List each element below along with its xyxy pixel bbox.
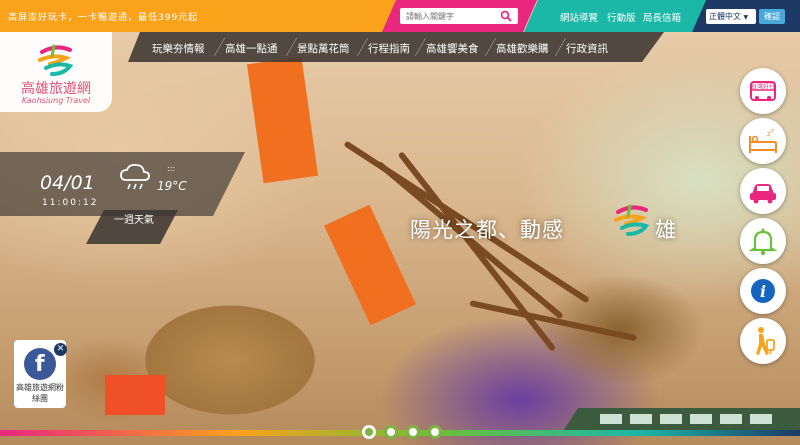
- transport-button[interactable]: [740, 168, 786, 214]
- train-window: [660, 414, 682, 424]
- bell-icon: [748, 228, 778, 256]
- decor-flag: [324, 204, 416, 326]
- weather-time: 11:00:12: [42, 198, 99, 208]
- nav-item-itinerary[interactable]: 行程指南: [368, 41, 410, 56]
- facebook-icon-letter: f: [35, 352, 45, 377]
- nav-item-fun-info[interactable]: 玩樂夯情報: [152, 41, 205, 56]
- info-icon-label: i: [760, 282, 766, 301]
- nav-divider: [485, 38, 496, 56]
- train-window: [720, 414, 742, 424]
- alert-button[interactable]: [740, 218, 786, 264]
- nav-item-administration[interactable]: 行政資訊: [566, 41, 608, 56]
- weather-temperature: 19°C: [157, 179, 187, 193]
- search-icon[interactable]: [500, 10, 512, 22]
- sitemap-link[interactable]: 網站導覽: [560, 10, 598, 24]
- top-bar: 高屏澎好玩卡，一卡暢遊通，最低399元起 網站導覽 行動版 局長信箱 正體中文 …: [0, 0, 800, 32]
- nav-item-attractions[interactable]: 景點萬花筒: [297, 41, 350, 56]
- facebook-label: 高雄旅遊網粉絲團: [16, 383, 64, 403]
- car-icon: [750, 184, 776, 204]
- site-logo[interactable]: 高雄旅遊網 Kaohsiung Travel: [0, 32, 112, 112]
- carousel-dot[interactable]: [406, 425, 420, 439]
- svg-text:z: z: [771, 128, 774, 134]
- nav-divider: [357, 38, 368, 56]
- search-box: [400, 8, 518, 24]
- main-nav: 玩樂夯情報 高雄一點通 景點萬花筒 行程指南 高雄饗美食 高雄歡樂購 行政資訊: [128, 32, 664, 62]
- hero-slogan-end: 雄: [655, 218, 676, 242]
- search-input[interactable]: [406, 10, 496, 22]
- chevron-down-icon: ▼: [743, 14, 749, 21]
- taiwan-tourism-button[interactable]: 台灣好行: [740, 68, 786, 114]
- train-window: [600, 414, 622, 424]
- top-bar-announcement: 高屏澎好玩卡，一卡暢遊通，最低399元起: [0, 0, 395, 32]
- director-mailbox-link[interactable]: 局長信箱: [643, 10, 681, 24]
- logo-title-cn: 高雄旅遊網: [21, 81, 91, 97]
- nav-item-kaohsiung-guide[interactable]: 高雄一點通: [225, 41, 278, 56]
- traveler-icon: [756, 327, 775, 355]
- nav-divider: [415, 38, 426, 56]
- weather-widget: 04/01 11:00:12 ::: 19°C: [0, 152, 245, 216]
- info-icon: i: [751, 279, 775, 303]
- accommodation-button[interactable]: z z: [740, 118, 786, 164]
- taiwan-tour-icon: 台灣好行: [750, 81, 776, 101]
- taiwan-tour-label: 台灣好行: [751, 83, 775, 91]
- train-window: [690, 414, 712, 424]
- bottom-color-bar: [0, 430, 800, 436]
- hero-slogan: 陽光之都、動感: [410, 218, 564, 242]
- weekly-weather-label: 一週天氣: [114, 215, 154, 226]
- close-icon[interactable]: ✕: [54, 343, 67, 356]
- nav-divider: [555, 38, 566, 56]
- weather-indicator: :::: [167, 164, 176, 173]
- decor-flag: [246, 56, 319, 184]
- facebook-icon: f: [24, 348, 56, 380]
- traveler-button[interactable]: [740, 318, 786, 364]
- cloudy-rain-icon: [118, 162, 152, 192]
- kaohsiung-logo-icon: [614, 204, 650, 236]
- decor-flag: [105, 375, 165, 415]
- train-window: [750, 414, 772, 424]
- language-select[interactable]: 正體中文 ▼: [706, 9, 756, 24]
- bed-icon: z z: [749, 128, 777, 153]
- nav-item-shopping[interactable]: 高雄歡樂購: [496, 41, 549, 56]
- decor-pole: [397, 151, 557, 352]
- weather-date: 04/01: [40, 172, 95, 194]
- announcement-marquee[interactable]: 高屏澎好玩卡，一卡暢遊通，最低399元起: [8, 10, 198, 23]
- language-confirm-button[interactable]: 確認: [759, 9, 785, 24]
- carousel-dot[interactable]: [362, 425, 376, 439]
- nav-divider: [286, 38, 297, 56]
- mobile-version-link[interactable]: 行動版: [607, 10, 636, 24]
- nav-divider: [214, 38, 225, 56]
- nav-item-food[interactable]: 高雄饗美食: [426, 41, 479, 56]
- carousel-dot[interactable]: [428, 425, 442, 439]
- carousel-dot[interactable]: [384, 425, 398, 439]
- kaohsiung-logo-icon: [38, 44, 74, 76]
- train-window: [630, 414, 652, 424]
- logo-title-en: Kaohsiung Travel: [21, 96, 91, 105]
- info-button[interactable]: i: [740, 268, 786, 314]
- language-selected-value: 正體中文: [709, 12, 741, 21]
